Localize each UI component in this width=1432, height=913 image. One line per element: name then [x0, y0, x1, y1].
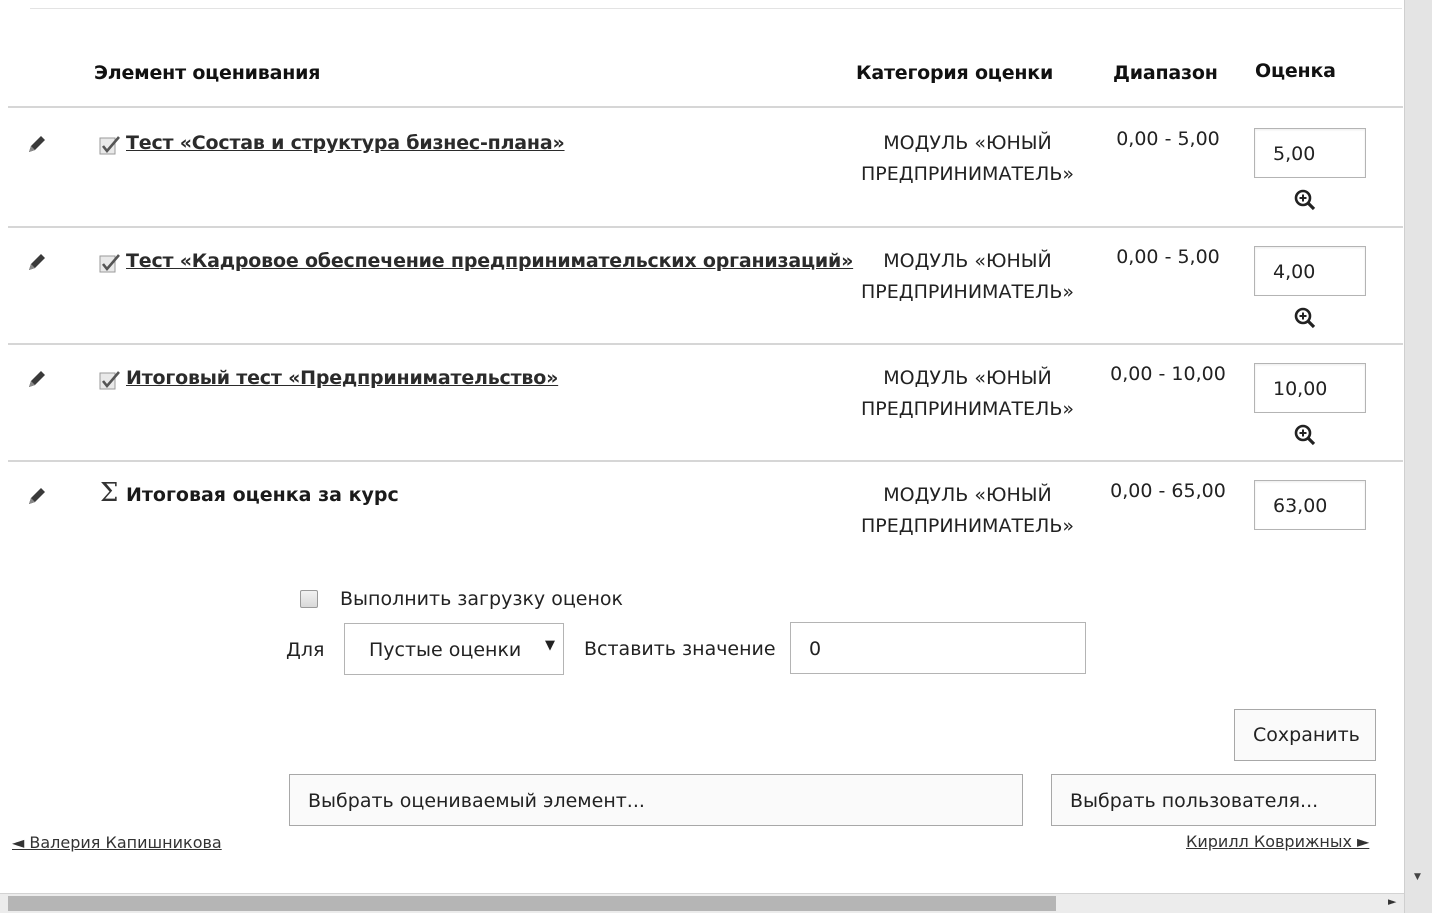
grade-category: МОДУЛЬ «ЮНЫЙ ПРЕДПРИНИМАТЕЛЬ» [861, 132, 1074, 185]
grade-row: Тест «Кадровое обеспечение предпринимате… [0, 228, 1404, 344]
dropdown-arrow-icon: ▼ [545, 638, 555, 653]
edit-pencil-icon[interactable] [25, 367, 49, 391]
grade-range: 0,00 - 5,00 [1116, 128, 1220, 150]
select-user-button[interactable]: Выбрать пользователя... [1051, 774, 1376, 826]
grade-range: 0,00 - 65,00 [1110, 480, 1226, 502]
grade-row: Итоговый тест «Предпринимательство» МОДУ… [0, 345, 1404, 461]
grade-input[interactable]: 4,00 [1254, 246, 1366, 296]
grade-input[interactable]: 63,00 [1254, 480, 1366, 530]
zoom-in-icon[interactable] [1293, 188, 1317, 212]
previous-user-link[interactable]: ◄ Валерия Капишникова [12, 833, 222, 852]
horizontal-scrollbar[interactable]: ► [0, 893, 1404, 913]
row-divider [8, 106, 1403, 108]
grade-item-link[interactable]: Итоговый тест «Предпринимательство» [126, 367, 558, 389]
bulk-insert-label: Выполнить загрузку оценок [340, 588, 623, 610]
scroll-right-arrow-icon[interactable]: ► [1388, 895, 1396, 908]
grade-range: 0,00 - 5,00 [1116, 246, 1220, 268]
grade-row-course-total: Σ Итоговая оценка за курс МОДУЛЬ «ЮНЫЙ П… [0, 462, 1404, 578]
zoom-in-icon[interactable] [1293, 423, 1317, 447]
select-grade-item-button[interactable]: Выбрать оцениваемый элемент... [289, 774, 1023, 826]
grader-page: Элемент оценивания Категория оценки Диап… [0, 0, 1404, 893]
course-total-label: Итоговая оценка за курс [126, 484, 399, 506]
grade-item-link[interactable]: Тест «Состав и структура бизнес-плана» [126, 132, 565, 154]
grade-item-link[interactable]: Тест «Кадровое обеспечение предпринимате… [126, 250, 853, 272]
header-grade: Оценка [1255, 60, 1336, 82]
top-border [30, 8, 1402, 9]
sigma-icon: Σ [100, 478, 119, 508]
header-range: Диапазон [1113, 62, 1218, 84]
insert-value-label: Вставить значение [584, 638, 776, 660]
horizontal-scrollbar-thumb[interactable] [8, 896, 1056, 911]
grade-input[interactable]: 5,00 [1254, 128, 1366, 178]
edit-pencil-icon[interactable] [25, 132, 49, 156]
next-user-link[interactable]: Кирилл Коврижных ► [1186, 832, 1369, 851]
grade-row: Тест «Состав и структура бизнес-плана» М… [0, 110, 1404, 226]
select-value: Пустые оценки [369, 639, 522, 661]
scroll-down-arrow-icon[interactable]: ▼ [1414, 872, 1421, 882]
quiz-icon [99, 136, 120, 155]
save-button[interactable]: Сохранить [1234, 709, 1376, 761]
header-item: Элемент оценивания [94, 62, 321, 84]
grade-category: МОДУЛЬ «ЮНЫЙ ПРЕДПРИНИМАТЕЛЬ» [861, 484, 1074, 537]
grade-category: МОДУЛЬ «ЮНЫЙ ПРЕДПРИНИМАТЕЛЬ» [861, 250, 1074, 303]
for-label: Для [286, 639, 325, 661]
grades-type-select[interactable]: Пустые оценки ▼ [344, 623, 564, 675]
edit-pencil-icon[interactable] [25, 250, 49, 274]
quiz-icon [99, 371, 120, 390]
grade-range: 0,00 - 10,00 [1110, 363, 1226, 385]
quiz-icon [99, 254, 120, 273]
grade-category: МОДУЛЬ «ЮНЫЙ ПРЕДПРИНИМАТЕЛЬ» [861, 367, 1074, 420]
grade-input[interactable]: 10,00 [1254, 363, 1366, 413]
insert-value-input[interactable]: 0 [790, 622, 1086, 674]
vertical-scrollbar[interactable]: ▼ [1404, 0, 1432, 913]
header-category: Категория оценки [856, 62, 1054, 84]
bulk-insert-checkbox[interactable] [300, 590, 318, 608]
edit-pencil-icon[interactable] [25, 484, 49, 508]
zoom-in-icon[interactable] [1293, 306, 1317, 330]
